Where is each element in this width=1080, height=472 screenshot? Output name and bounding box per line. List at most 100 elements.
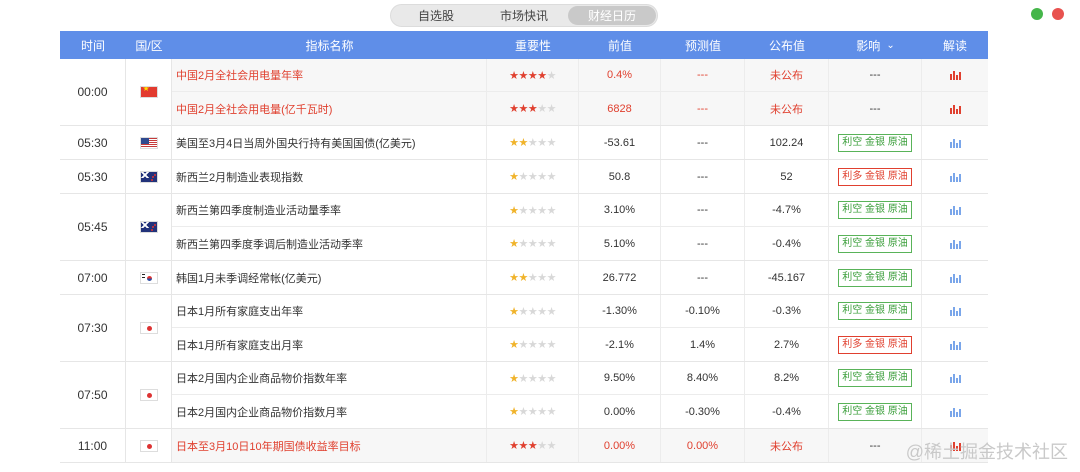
forecast-value: --- [661, 160, 745, 193]
star-empty-icon: ★ [546, 406, 557, 418]
event-time: 07:50 [60, 362, 126, 428]
indicator-name[interactable]: 日本1月所有家庭支出年率 [172, 295, 487, 327]
flag-jp-icon [139, 389, 158, 401]
star-empty-icon: ★ [537, 272, 547, 284]
bar-chart-icon[interactable] [949, 407, 961, 417]
forecast-value: --- [661, 126, 745, 159]
table-header: 时间 国/区 指标名称 重要性 前值 预测值 公布值 影响 ⌄ 解读 [60, 31, 988, 59]
importance-stars: ★★★★★ [487, 59, 579, 91]
table-row[interactable]: 中国2月全社会用电量(亿千瓦时) ★★★★★ 6828 --- 未公布 --- [172, 92, 988, 125]
actual-value: 未公布 [745, 429, 829, 462]
star-empty-icon: ★ [537, 406, 547, 418]
time-group: 05:30 美国至3月4日当周外国央行持有美国国债(亿美元) ★★★★★ -53.61… [60, 126, 988, 160]
indicator-name[interactable]: 中国2月全社会用电量年率 [172, 59, 487, 91]
bar-chart-icon[interactable] [949, 306, 961, 316]
forecast-value: --- [661, 194, 745, 226]
bar-chart-icon[interactable] [949, 373, 961, 383]
indicator-name[interactable]: 新西兰第四季度制造业活动量季率 [172, 194, 487, 226]
bearish-badge: 利空 金银 原油 [838, 201, 912, 219]
effect-cell: 利空 金银 原油 [829, 194, 922, 226]
bar-chart-icon[interactable] [949, 138, 961, 148]
bar-chart-icon[interactable] [949, 239, 961, 249]
flag-kr-icon [139, 271, 158, 284]
table-row[interactable]: 日本2月国内企业商品物价指数月率 ★★★★★ 0.00% -0.30% -0.4% 利空 … [172, 395, 988, 428]
bullish-badge: 利多 金银 原油 [838, 335, 912, 354]
previous-value: 3.10% [579, 194, 661, 226]
table-row[interactable]: 新西兰第四季度季调后制造业活动季率 ★★★★★ 5.10% --- -0.4% 利空 金银… [172, 227, 988, 260]
indicator-name[interactable]: 美国至3月4日当周外国央行持有美国国债(亿美元) [172, 126, 487, 159]
table-row[interactable]: 日本1月所有家庭支出年率 ★★★★★ -1.30% -0.10% -0.3% 利空 金银 … [172, 295, 988, 328]
importance-stars: ★★★★★ [487, 395, 579, 428]
star-filled-icon: ★ [527, 103, 538, 115]
indicator-name[interactable]: 日本1月所有家庭支出月率 [172, 328, 487, 361]
importance-stars: ★★★★★ [487, 227, 579, 260]
tab-economic-calendar[interactable]: 财经日历 [568, 6, 656, 25]
event-time: 11:00 [60, 429, 126, 462]
star-empty-icon: ★ [546, 69, 557, 82]
bearish-badge: 利空 金银 原油 [838, 234, 912, 253]
country-cell [126, 160, 172, 193]
indicator-name[interactable]: 中国2月全社会用电量(亿千瓦时) [172, 92, 487, 125]
importance-stars: ★★★★★ [487, 295, 579, 327]
previous-value: 0.00% [579, 429, 661, 462]
star-filled-icon: ★ [518, 137, 528, 149]
indicator-name[interactable]: 新西兰第四季度季调后制造业活动季率 [172, 227, 487, 260]
bearish-badge: 利空 金银 原油 [838, 369, 912, 387]
previous-value: 0.00% [579, 395, 661, 428]
table-row[interactable]: 美国至3月4日当周外国央行持有美国国债(亿美元) ★★★★★ -53.61 --- 10… [172, 126, 988, 159]
analysis-cell [922, 92, 988, 125]
header-importance: 重要性 [514, 38, 551, 53]
effect-cell: 利多 金银 原油 [829, 328, 922, 361]
indicator-name[interactable]: 韩国1月未季调经常帐(亿美元) [172, 261, 487, 294]
table-row[interactable]: 新西兰2月制造业表现指数 ★★★★★ 50.8 --- 52 利多 金银 原油 [172, 160, 988, 193]
bar-chart-icon[interactable] [949, 172, 961, 182]
actual-value: -0.4% [745, 227, 829, 260]
bullish-badge: 利多 金银 原油 [838, 167, 912, 186]
table-row[interactable]: 新西兰第四季度制造业活动量季率 ★★★★★ 3.10% --- -4.7% 利空 金银 原… [172, 194, 988, 227]
bar-chart-icon[interactable] [949, 340, 961, 350]
star-empty-icon: ★ [537, 440, 547, 452]
time-group: 00:00中国2月全社会用电量年率★★★★★0.4%---未公布---中国2月全… [60, 59, 988, 126]
indicator-name[interactable]: 日本2月国内企业商品物价指数年率 [172, 362, 487, 394]
table-row[interactable]: 日本至3月10日10年期国债收益率目标 ★★★★★ 0.00% 0.00% 未公布 --- [172, 429, 988, 462]
star-empty-icon: ★ [546, 238, 557, 250]
bar-chart-icon[interactable] [949, 70, 961, 80]
indicator-name[interactable]: 日本至3月10日10年期国债收益率目标 [172, 429, 487, 462]
bar-chart-icon[interactable] [949, 205, 961, 215]
indicator-name[interactable]: 新西兰2月制造业表现指数 [172, 160, 487, 193]
star-empty-icon: ★ [518, 339, 528, 351]
bar-chart-icon[interactable] [949, 273, 961, 283]
bar-chart-icon[interactable] [949, 104, 961, 114]
indicator-name[interactable]: 日本2月国内企业商品物价指数月率 [172, 395, 487, 428]
header-analysis: 解读 [942, 38, 967, 53]
previous-value: 5.10% [579, 227, 661, 260]
analysis-cell [922, 194, 988, 226]
importance-stars: ★★★★★ [487, 194, 579, 226]
tab-market-news[interactable]: 市场快讯 [480, 6, 568, 25]
time-group: 07:00 韩国1月未季调经常帐(亿美元) ★★★★★ 26.772 --- -45.16… [60, 261, 988, 295]
table-row[interactable]: 日本1月所有家庭支出月率 ★★★★★ -2.1% 1.4% 2.7% 利多 金银 原油 [172, 328, 988, 361]
analysis-cell [922, 227, 988, 260]
effect-cell: 利空 金银 原油 [829, 395, 922, 428]
table-row[interactable]: 韩国1月未季调经常帐(亿美元) ★★★★★ 26.772 --- -45.167 利空 金… [172, 261, 988, 294]
economic-calendar-table: 时间 国/区 指标名称 重要性 前值 预测值 公布值 影响 ⌄ 解读 00:00 中… [60, 31, 988, 463]
actual-value: 未公布 [745, 59, 829, 91]
view-switcher: 自选股 市场快讯 财经日历 [390, 4, 658, 27]
red-close-dot[interactable] [1052, 8, 1064, 20]
star-empty-icon: ★ [546, 339, 557, 351]
previous-value: 0.4% [579, 59, 661, 91]
tab-watchlist[interactable]: 自选股 [392, 6, 480, 25]
star-empty-icon: ★ [537, 238, 547, 250]
forecast-value: 1.4% [661, 328, 745, 361]
effect-cell: 利空 金银 原油 [829, 261, 922, 294]
green-status-dot[interactable] [1031, 8, 1043, 20]
header-effect[interactable]: 影响 ⌄ [829, 31, 922, 59]
table-row[interactable]: 中国2月全社会用电量年率 ★★★★★ 0.4% --- 未公布 --- [172, 59, 988, 92]
table-row[interactable]: 日本2月国内企业商品物价指数年率 ★★★★★ 9.50% 8.40% 8.2% 利空 金银… [172, 362, 988, 395]
flag-cn-icon [139, 86, 158, 98]
actual-value: -0.4% [745, 395, 829, 428]
analysis-cell [922, 295, 988, 327]
importance-stars: ★★★★★ [487, 362, 579, 394]
forecast-value: --- [661, 92, 745, 125]
star-empty-icon: ★ [518, 305, 528, 318]
